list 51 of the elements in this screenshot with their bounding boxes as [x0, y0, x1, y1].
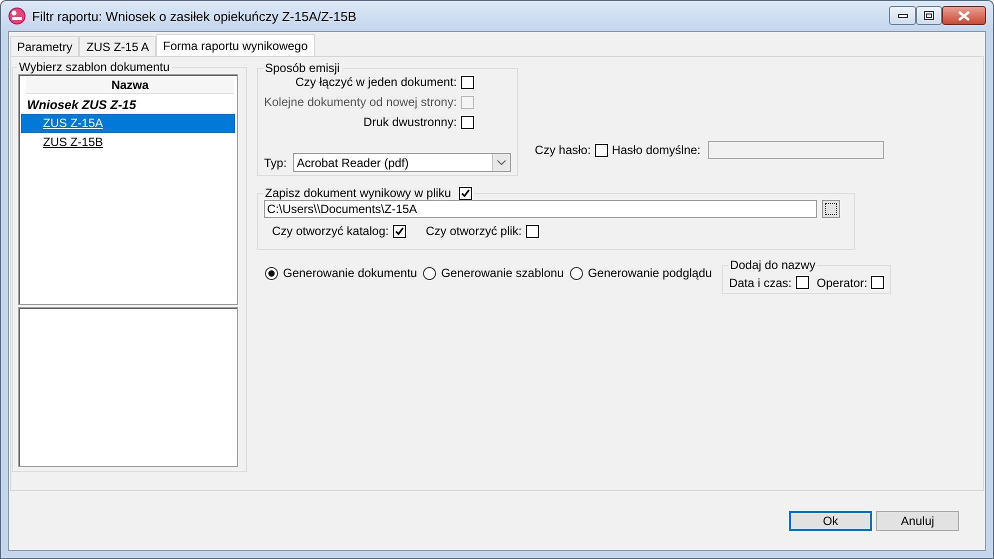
tab[interactable]: Parametry [10, 36, 80, 56]
browse-button[interactable] [822, 200, 840, 218]
checkbox-label: Czy łączyć w jeden dokument: [295, 75, 457, 89]
radio-option[interactable]: Generowanie szablonu [423, 266, 564, 280]
checkbox[interactable] [460, 76, 474, 88]
checkbox[interactable] [459, 186, 472, 200]
checkbox[interactable] [796, 276, 809, 289]
tab[interactable]: ZUS Z-15 A [79, 36, 156, 56]
checkbox-label: Data i czas: [728, 276, 792, 290]
type-dropdown[interactable]: Acrobat Reader (pdf) [292, 153, 511, 172]
window-title: Filtr raportu: Wniosek o zasiłek opiekuńczy Z-15A/Z-15B [32, 8, 358, 24]
checkbox-label: Czy otworzyć katalog: [272, 224, 389, 238]
minimize-icon [898, 14, 908, 18]
maximize-icon [924, 11, 934, 20]
tree-group[interactable]: Wniosek ZUS Z-15 [21, 94, 235, 114]
radio-icon [570, 266, 583, 280]
tab[interactable]: Forma raportu wynikowego [156, 34, 315, 56]
radio-option[interactable]: Generowanie podglądu [570, 266, 712, 280]
file-path-field[interactable]: C:\Users\\Documents\Z-15A [264, 200, 817, 218]
checkbox-label: Czy hasło: [534, 143, 591, 157]
group-title: Zapisz dokument wynikowy w pliku [265, 186, 452, 200]
checkbox-label: Operator: [816, 276, 868, 290]
group-title: Wybierz szablon dokumentu [18, 60, 171, 74]
checkbox-label: Druk dwustronny: [363, 115, 457, 129]
tree-item[interactable]: ZUS Z-15A [21, 114, 235, 133]
type-label: Typ: [264, 156, 287, 170]
column-header: Nazwa [26, 77, 234, 94]
app-icon [8, 7, 26, 25]
checkbox[interactable] [392, 224, 406, 238]
checkbox[interactable] [460, 116, 474, 128]
password-field[interactable] [708, 141, 884, 159]
checkbox[interactable] [594, 144, 608, 156]
dialog-button[interactable]: Ok [789, 510, 872, 530]
radio-icon [265, 266, 278, 280]
chevron-down-icon [496, 160, 506, 165]
checkbox-label: Czy otworzyć plik: [426, 224, 522, 238]
radio-option[interactable]: Generowanie dokumentu [265, 266, 418, 280]
template-list[interactable]: Nazwa Wniosek ZUS Z-15 ZUS Z-15A ZUS Z-15B [18, 74, 238, 305]
checkbox[interactable] [526, 224, 539, 238]
minimize-button[interactable] [889, 6, 916, 25]
checkbox-label: Kolejne dokumenty od nowej strony: [264, 95, 457, 109]
checkbox[interactable] [871, 276, 884, 289]
group-title: Sposób emisji [264, 61, 341, 75]
radio-icon [423, 266, 436, 280]
tree-item[interactable]: ZUS Z-15B [21, 133, 235, 152]
maximize-button[interactable] [916, 6, 942, 25]
group-title: Dodaj do nazwy [728, 258, 816, 272]
dialog-button[interactable]: Anuluj [876, 510, 959, 530]
close-icon [958, 10, 970, 20]
close-button[interactable] [942, 6, 986, 25]
field-label: Hasło domyślne: [612, 143, 701, 157]
